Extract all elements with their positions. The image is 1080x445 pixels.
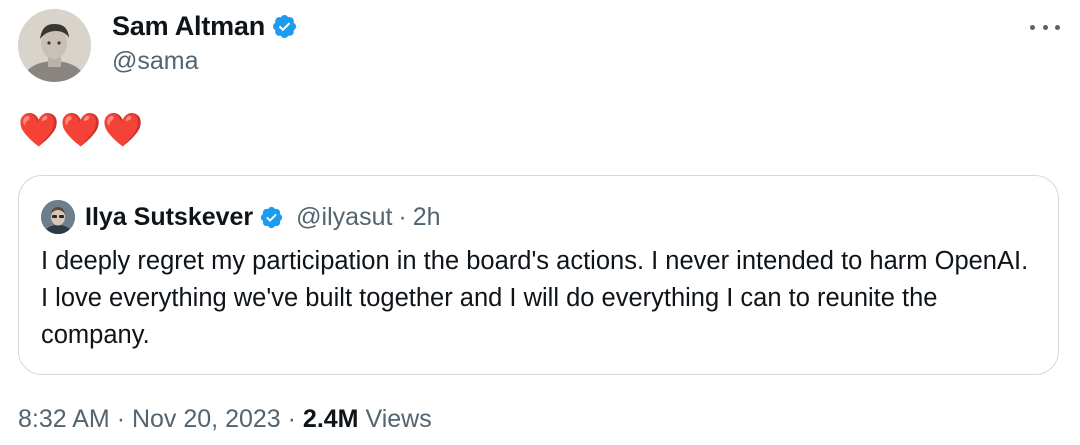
meta-separator-2: · xyxy=(287,405,296,433)
author-name-row: Sam Altman xyxy=(112,8,298,44)
tweet: Sam Altman @sama ❤️❤️❤️ Ilya Sutskever @… xyxy=(0,0,1080,445)
tweet-meta: 8:32 AM · Nov 20, 2023 · 2.4M Views xyxy=(18,405,432,434)
quoted-tweet-text: I deeply regret my participation in the … xyxy=(41,247,1029,349)
tweet-date[interactable]: Nov 20, 2023 xyxy=(132,405,281,433)
quoted-tweet[interactable]: Ilya Sutskever @ilyasut · 2h I deeply re… xyxy=(18,175,1059,375)
more-options-icon[interactable] xyxy=(1030,18,1060,36)
meta-separator-1: · xyxy=(116,405,126,433)
quoted-author-handle[interactable]: @ilyasut xyxy=(296,203,392,232)
quoted-author-name[interactable]: Ilya Sutskever xyxy=(85,203,253,232)
views-count: 2.4M xyxy=(302,405,359,433)
tweet-text: ❤️❤️❤️ xyxy=(18,111,145,148)
author-name[interactable]: Sam Altman xyxy=(112,11,265,42)
tweet-time[interactable]: 8:32 AM xyxy=(18,405,110,433)
quoted-author-avatar[interactable] xyxy=(41,200,75,234)
views-label: Views xyxy=(365,405,432,433)
author-handle[interactable]: @sama xyxy=(112,47,199,76)
verified-badge-icon xyxy=(271,13,298,40)
author-avatar[interactable] xyxy=(18,9,91,82)
quoted-tweet-header: Ilya Sutskever @ilyasut · 2h xyxy=(41,199,441,235)
quoted-author-avatar-image xyxy=(41,200,75,234)
author-avatar-image xyxy=(18,9,91,82)
quoted-verified-badge-icon xyxy=(259,205,284,230)
quoted-timestamp[interactable]: 2h xyxy=(413,203,441,232)
quoted-separator: · xyxy=(398,202,407,231)
